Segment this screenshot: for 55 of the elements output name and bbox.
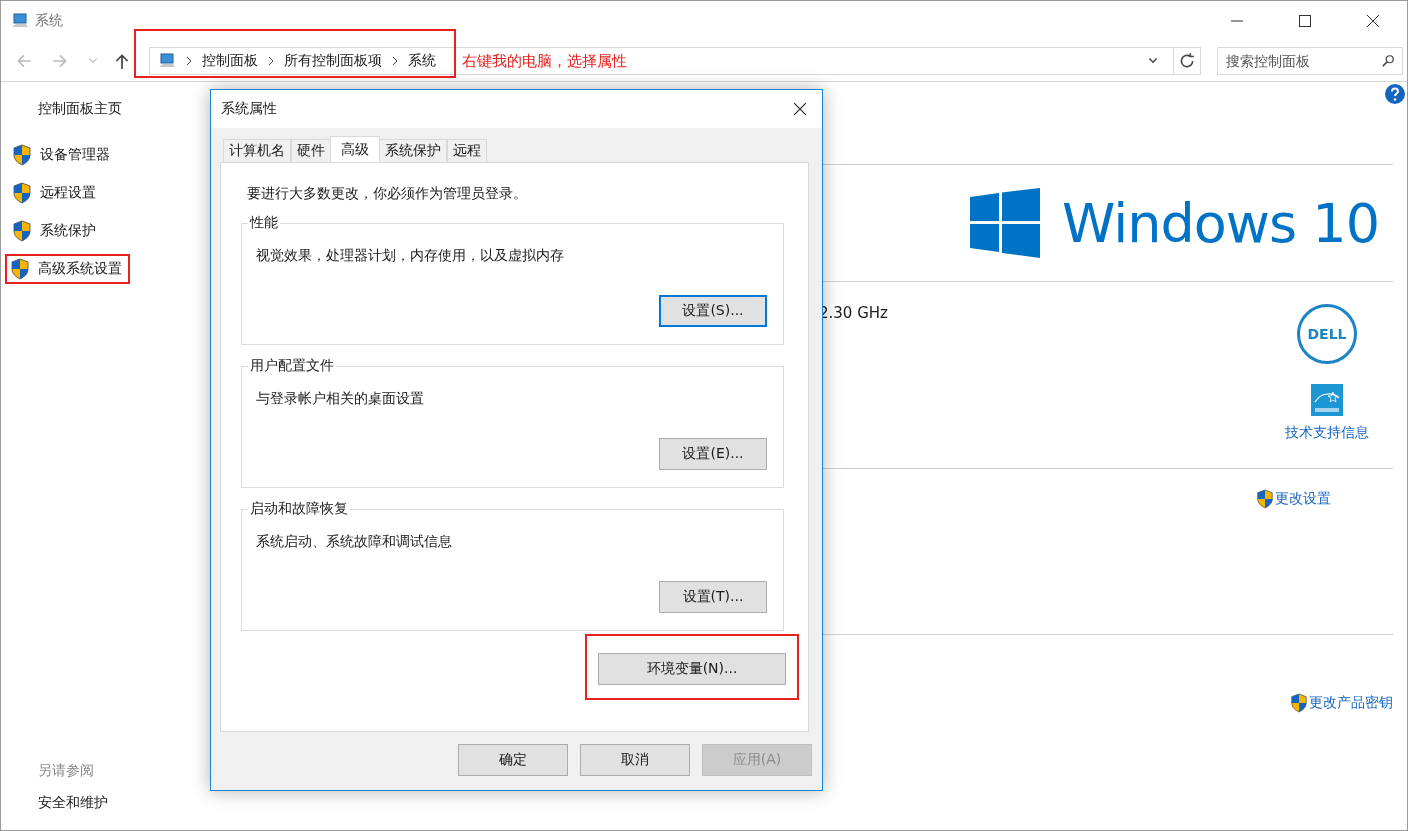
support-link[interactable]: 技术支持信息 (1285, 424, 1369, 442)
group-title: 性能 (248, 214, 280, 232)
search-icon (1381, 54, 1395, 68)
computer-icon (11, 13, 29, 29)
group-description: 视觉效果，处理器计划，内存使用，以及虚拟内存 (256, 247, 565, 265)
help-icon[interactable] (1385, 84, 1405, 104)
close-button[interactable] (794, 103, 806, 115)
group-title: 启动和故障恢复 (248, 500, 350, 518)
shield-icon (1290, 693, 1308, 713)
shield-icon (10, 258, 30, 280)
shield-icon (12, 220, 32, 242)
group-description: 与登录帐户相关的桌面设置 (256, 390, 425, 408)
sidebar-item[interactable]: 系统保护 (1, 216, 104, 246)
change-settings-link[interactable]: 更改设置 (1275, 490, 1331, 508)
settings-button[interactable]: 设置(T)... (659, 581, 767, 613)
change-key-link[interactable]: 更改产品密钥 (1309, 694, 1393, 712)
computer-icon (158, 53, 176, 69)
sidebar-link[interactable]: 控制面板主页 (38, 100, 211, 118)
highlighted-sidebar-item[interactable]: 高级系统设置 (5, 254, 130, 284)
search-field[interactable]: 搜索控制面板 (1217, 47, 1403, 75)
up-arrow-icon[interactable] (113, 52, 131, 70)
chevron-icon (185, 56, 193, 66)
section-heading: 另请参阅 (38, 762, 95, 780)
tab[interactable]: 计算机名 (223, 139, 291, 162)
refresh-icon[interactable] (1174, 47, 1201, 75)
settings-button[interactable]: 设置(S)... (659, 295, 767, 327)
logo-text: Windows 10 (1062, 191, 1379, 255)
tab[interactable]: 高级 (330, 136, 380, 162)
dialog-title: 系统属性 (221, 100, 277, 118)
maker-logo: DELL (1297, 304, 1357, 364)
breadcrumb-item[interactable]: 控制面板 (202, 52, 258, 70)
dialog-button[interactable]: 确定 (458, 744, 568, 776)
environment-variables-button[interactable]: 环境变量(N)... (598, 653, 786, 685)
settings-button[interactable]: 设置(E)... (659, 438, 767, 470)
sidebar-item[interactable]: 远程设置 (1, 178, 104, 208)
breadcrumb-item[interactable]: 所有控制面板项 (284, 52, 382, 70)
breadcrumb-item[interactable]: 系统 (408, 52, 436, 70)
shield-icon (12, 182, 32, 204)
group-description: 系统启动、系统故障和调试信息 (256, 533, 453, 551)
window-title: 系统 (35, 12, 63, 30)
tab[interactable]: 硬件 (291, 139, 331, 162)
sidebar-item[interactable]: 设备管理器 (1, 140, 118, 170)
tab[interactable]: 远程 (447, 139, 487, 162)
annotation-text: 右键我的电脑，选择属性 (462, 51, 627, 71)
notice-text: 要进行大多数更改，你必须作为管理员登录。 (247, 185, 528, 203)
chevron-icon (391, 56, 399, 66)
address-bar[interactable]: 控制面板 所有控制面板项 系统 右键我的电脑，选择属性 (149, 47, 1174, 75)
shield-icon (12, 144, 32, 166)
shield-icon (1256, 489, 1274, 509)
sidebar-link[interactable]: 安全和维护 (38, 794, 211, 812)
group-title: 用户配置文件 (248, 357, 336, 375)
tab[interactable]: 系统保护 (379, 139, 447, 162)
windows-logo-icon (970, 188, 1041, 258)
dialog-button[interactable]: 取消 (580, 744, 690, 776)
chevron-icon (267, 56, 275, 66)
